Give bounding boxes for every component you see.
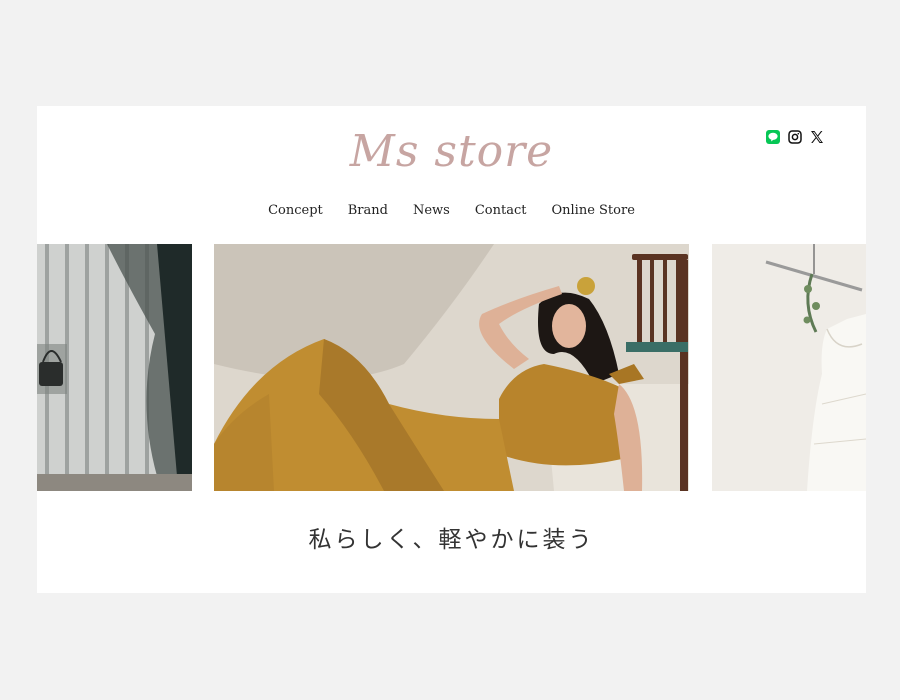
woman-mustard-image — [214, 244, 689, 491]
slide-white-dress-hanger[interactable] — [712, 244, 866, 491]
hero-tagline: 私らしく、軽やかに装う — [308, 527, 595, 553]
wall-bag-image — [37, 244, 192, 491]
nav-item-concept[interactable]: Concept — [268, 203, 323, 218]
nav-item-online-store[interactable]: Online Store — [551, 203, 634, 218]
nav-item-brand[interactable]: Brand — [348, 203, 388, 218]
slide-wall-bag[interactable] — [37, 244, 192, 491]
site-logo[interactable]: Ms store — [37, 126, 866, 177]
nav-item-news[interactable]: News — [413, 203, 450, 218]
main-nav: Concept Brand News Contact Online Store — [37, 203, 866, 218]
nav-item-contact[interactable]: Contact — [475, 203, 527, 218]
site-page: Ms store Concept Brand News Contact Onli… — [37, 106, 866, 593]
hero-slider[interactable] — [37, 244, 866, 491]
slide-woman-mustard-outfit[interactable] — [214, 244, 689, 491]
white-dress-image — [712, 244, 866, 491]
